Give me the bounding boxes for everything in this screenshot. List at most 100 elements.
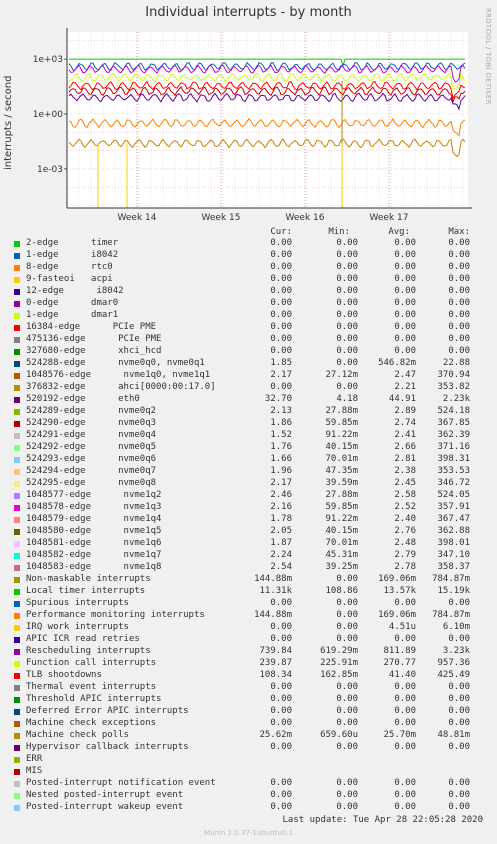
- legend-row: 1048579-edge nvme1q4 1.78 91.22m 2.40 367.47: [0, 514, 497, 526]
- legend-label: Thermal event interrupts: [26, 682, 157, 692]
- legend-row: 520192-edge eth0 32.70 4.18 44.91 2.23k: [0, 394, 497, 406]
- legend-swatch: [14, 349, 20, 355]
- legend-cur: 1.85: [270, 358, 292, 368]
- legend-swatch: [14, 733, 20, 739]
- legend-swatch: [14, 721, 20, 727]
- legend-label: 524294-edge nvme0q7: [26, 466, 157, 476]
- legend-min: 0.00: [336, 262, 358, 272]
- legend-swatch: [14, 421, 20, 427]
- legend-row: Hypervisor callback interrupts 0.00 0.00 0.…: [0, 742, 497, 754]
- legend-avg: 4.51u: [388, 622, 416, 632]
- legend-swatch: [14, 613, 20, 619]
- legend-row: 524292-edge nvme0q5 1.76 40.15m 2.66 371.16: [0, 442, 497, 454]
- legend-max: 357.91: [437, 502, 470, 512]
- legend-max: 0.00: [448, 262, 470, 272]
- legend-label: TLB shootdowns: [26, 670, 102, 680]
- legend-avg: 0.00: [394, 274, 416, 284]
- legend-min: 0.00: [336, 682, 358, 692]
- legend: 2-edge timer 0.00 0.00 0.00 0.00 1-edge i8042…: [0, 238, 497, 814]
- legend-label: 1-edge i8042: [26, 250, 119, 260]
- legend-max: 2.23k: [442, 394, 470, 404]
- legend-swatch: [14, 253, 20, 259]
- legend-max: 0.00: [448, 790, 470, 800]
- legend-min: 0.00: [336, 322, 358, 332]
- legend-avg: 2.38: [394, 466, 416, 476]
- legend-avg: 2.41: [394, 430, 416, 440]
- legend-cur: 2.05: [270, 526, 292, 536]
- legend-swatch: [14, 661, 20, 667]
- legend-swatch: [14, 541, 20, 547]
- legend-avg: 41.40: [388, 670, 416, 680]
- legend-swatch: [14, 697, 20, 703]
- legend-max: 353.53: [437, 466, 470, 476]
- legend-max: 0.00: [448, 298, 470, 308]
- legend-max: 15.19k: [437, 586, 470, 596]
- legend-min: 0.00: [336, 274, 358, 284]
- legend-row: Deferred Error APIC interrupts 0.00 0.00 0.…: [0, 706, 497, 718]
- legend-cur: 0.00: [270, 250, 292, 260]
- legend-min: 70.01m: [325, 538, 358, 548]
- legend-row: 524289-edge nvme0q2 2.13 27.88m 2.89 524.18: [0, 406, 497, 418]
- legend-label: IRQ work interrupts: [26, 622, 129, 632]
- legend-label: 2-edge timer: [26, 238, 119, 248]
- legend-min: 0.00: [336, 238, 358, 248]
- legend-cur: 0.00: [270, 238, 292, 248]
- legend-row: Machine check exceptions 0.00 0.00 0.00 0.00: [0, 718, 497, 730]
- legend-label: Local timer interrupts: [26, 586, 146, 596]
- legend-min: 27.88m: [325, 490, 358, 500]
- legend-row: 524293-edge nvme0q6 1.66 70.01m 2.81 398.31: [0, 454, 497, 466]
- legend-row: 475136-edge PCIe PME 0.00 0.00 0.00 0.00: [0, 334, 497, 346]
- legend-cur: 0.00: [270, 682, 292, 692]
- legend-avg: 44.91: [388, 394, 416, 404]
- legend-max: 0.00: [448, 598, 470, 608]
- legend-row: IRQ work interrupts 0.00 0.00 4.51u 6.10m: [0, 622, 497, 634]
- legend-cur: 239.87: [259, 658, 292, 668]
- legend-min: 39.25m: [325, 562, 358, 572]
- legend-min: 0.00: [336, 346, 358, 356]
- legend-label: 12-edge i8042: [26, 286, 124, 296]
- legend-max: 0.00: [448, 742, 470, 752]
- legend-swatch: [14, 709, 20, 715]
- legend-label: 524290-edge nvme0q3: [26, 418, 157, 428]
- legend-max: 398.31: [437, 454, 470, 464]
- legend-row: Non-maskable interrupts 144.88m 0.00 169.06…: [0, 574, 497, 586]
- legend-label: 327680-edge xhci_hcd: [26, 346, 162, 356]
- legend-row: Nested posted-interrupt event 0.00 0.00 0.0…: [0, 790, 497, 802]
- legend-row: 1048581-edge nvme1q6 1.87 70.01m 2.48 398.01: [0, 538, 497, 550]
- legend-label: 1048581-edge nvme1q6: [26, 538, 162, 548]
- munin-version: Munin 2.0.37-1ubuntu0.1: [204, 829, 293, 837]
- legend-label: 524293-edge nvme0q6: [26, 454, 157, 464]
- legend-row: Function call interrupts 239.87 225.91m 270…: [0, 658, 497, 670]
- legend-max: 0.00: [448, 634, 470, 644]
- legend-avg: 2.76: [394, 526, 416, 536]
- legend-label: 1-edge dmar1: [26, 310, 119, 320]
- legend-max: 362.88: [437, 526, 470, 536]
- legend-label: 9-fasteoi acpi: [26, 274, 113, 284]
- legend-avg: 546.82m: [378, 358, 416, 368]
- legend-max: 0.00: [448, 802, 470, 812]
- legend-label: Rescheduling interrupts: [26, 646, 151, 656]
- legend-row: 1048577-edge nvme1q2 2.46 27.88m 2.58 524.05: [0, 490, 497, 502]
- legend-row: Spurious interrupts 0.00 0.00 0.00 0.00: [0, 598, 497, 610]
- legend-label: 16384-edge PCIe PME: [26, 322, 157, 332]
- legend-cur: 0.00: [270, 802, 292, 812]
- legend-avg: 169.06m: [378, 574, 416, 584]
- legend-swatch: [14, 481, 20, 487]
- legend-label: 524292-edge nvme0q5: [26, 442, 157, 452]
- legend-min: 0.00: [336, 790, 358, 800]
- legend-min: 0.00: [336, 298, 358, 308]
- x-tick-label: Week 16: [286, 213, 325, 223]
- legend-label: 8-edge rtc0: [26, 262, 113, 272]
- legend-cur: 25.62m: [259, 730, 292, 740]
- legend-avg: 0.00: [394, 742, 416, 752]
- legend-max: 371.16: [437, 442, 470, 452]
- legend-swatch: [14, 301, 20, 307]
- x-tick-label: Week 14: [118, 213, 157, 223]
- legend-min: 0.00: [336, 778, 358, 788]
- legend-cur: 1.52: [270, 430, 292, 440]
- legend-min: 0.00: [336, 634, 358, 644]
- last-update: Last update: Tue Apr 28 22:05:28 2020: [282, 815, 483, 825]
- legend-cur: 0.00: [270, 622, 292, 632]
- legend-min: 0.00: [336, 574, 358, 584]
- legend-swatch: [14, 277, 20, 283]
